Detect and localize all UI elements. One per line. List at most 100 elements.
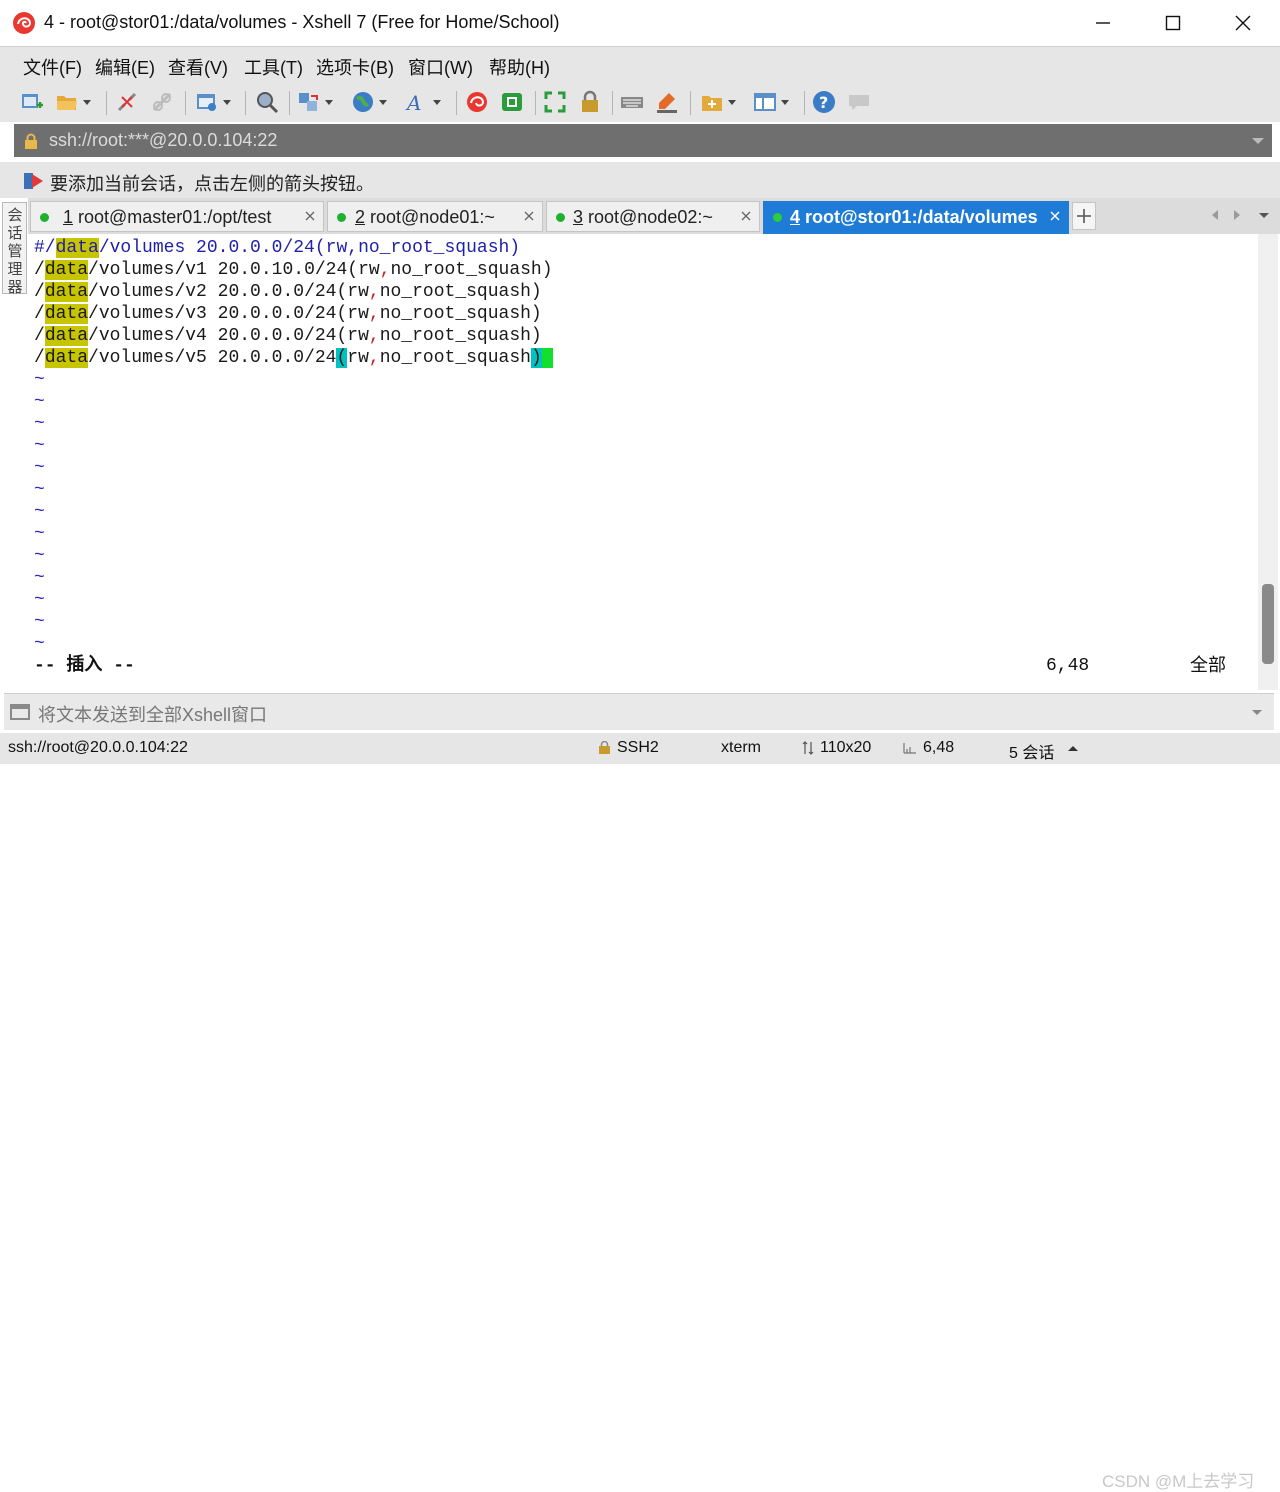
close-icon[interactable] [1050,211,1060,221]
toolbar-separator [106,91,107,115]
tab-list-chevron-icon[interactable] [1258,209,1270,221]
link-icon [152,92,172,112]
chevron-down-icon [781,100,789,105]
menu-file[interactable]: 文件(F) [23,54,82,80]
tab-number: 2 [355,207,366,227]
language-button[interactable] [351,89,387,115]
status-bar: ssh://root@20.0.0.104:22 SSH2 xterm 110x… [0,733,1280,1491]
open-session-button[interactable] [55,89,91,115]
empty-line-marker: ~ [34,612,45,632]
layout-icon [754,93,776,111]
xshell-button[interactable] [465,89,489,115]
compose-icon [10,704,30,720]
highlighter-icon [657,93,677,113]
compose-input[interactable]: 将文本发送到全部Xshell窗口 [38,701,267,727]
chevron-down-icon [223,100,231,105]
disconnect-button[interactable] [115,89,139,115]
scrollbar-thumb[interactable] [1262,584,1274,664]
empty-line-marker: ~ [34,458,45,478]
tab-session-1[interactable]: 1 root@master01:/opt/test [30,201,324,232]
disconnect-icon [117,92,137,112]
chevron-down-icon [433,100,441,105]
window-title: 4 - root@stor01:/data/volumes - Xshell 7… [44,12,560,32]
tab-scroll-left-icon[interactable] [1210,209,1220,221]
tab-session-2[interactable]: 2 root@node01:~ [327,201,543,232]
svg-text:A: A [405,91,421,114]
chevron-up-icon[interactable] [1068,745,1078,752]
menu-help[interactable]: 帮助(H) [489,54,550,80]
terminal-line: /data/volumes/v3 20.0.0.0/24(rw,no_root_… [34,304,542,324]
help-icon: ? [813,91,835,113]
vim-mode-indicator: -- 插入 -- [34,656,135,676]
menu-edit[interactable]: 编辑(E) [95,54,155,80]
properties-icon [197,94,216,111]
new-session-icon [22,94,43,108]
menu-window[interactable]: 窗口(W) [408,54,473,80]
close-icon[interactable] [524,211,534,221]
status-session-count[interactable]: 5 会话 [1009,739,1054,763]
add-tab-button[interactable] [1072,202,1096,230]
address-input[interactable]: ssh://root:***@20.0.0.104:22 [49,130,277,151]
maximize-button[interactable] [1138,0,1208,46]
address-bar[interactable]: ssh://root:***@20.0.0.104:22 [14,124,1272,157]
menu-tools[interactable]: 工具(T) [244,54,303,80]
new-tab-group-button[interactable] [700,89,736,115]
transfer-button[interactable] [297,89,333,115]
font-button[interactable]: A [405,89,441,115]
menu-bar: 文件(F) 编辑(E) 查看(V) 工具(T) 选项卡(B) 窗口(W) 帮助(… [0,46,1280,83]
fullscreen-button[interactable] [543,89,567,115]
close-icon[interactable] [305,211,315,221]
minimize-button[interactable] [1068,0,1138,46]
reconnect-button[interactable] [150,89,174,115]
xshell-icon [467,92,487,112]
menu-view[interactable]: 查看(V) [168,54,228,80]
chevron-down-icon[interactable] [1252,709,1262,716]
new-session-button[interactable] [20,89,44,115]
toolbar-separator [535,91,536,115]
plus-icon [1077,209,1091,223]
add-session-arrow-icon[interactable] [24,171,44,191]
tab-label: root@node02:~ [588,207,713,227]
highlight-button[interactable] [655,89,679,115]
empty-line-marker: ~ [34,480,45,500]
chevron-down-icon[interactable] [1252,137,1264,145]
help-button[interactable]: ? [812,89,836,115]
session-manager-tab[interactable]: 会话管理器 [2,202,27,296]
xftp-button[interactable] [500,89,524,115]
toolbar-separator [612,91,613,115]
folder-open-icon [57,96,77,110]
tab-session-3[interactable]: 3 root@node02:~ [546,201,760,232]
transfer-icon [299,93,318,111]
status-cursor-position: 6,48 [923,739,955,756]
empty-line-marker: ~ [34,524,45,544]
lock-icon [582,90,598,112]
vim-cursor-position: 6,48 [1046,656,1090,676]
lock-button[interactable] [578,89,602,115]
empty-line-marker: ~ [34,392,45,412]
properties-button[interactable] [195,89,231,115]
layout-button[interactable] [753,89,789,115]
empty-line-marker: ~ [34,568,45,588]
empty-line-marker: ~ [34,546,45,566]
lock-icon [599,741,610,754]
toolbar-separator [185,91,186,115]
status-connection: ssh://root@20.0.0.104:22 [8,739,188,756]
terminal-view[interactable]: #/data/volumes 20.0.0.0/24(rw,no_root_sq… [28,234,1258,690]
xshell-logo-icon [13,12,35,34]
toolbar-separator [456,91,457,115]
tab-session-4[interactable]: 4 root@stor01:/data/volumes [763,201,1069,234]
empty-line-marker: ~ [34,590,45,610]
watermark: CSDN @M上去学习 [1102,1472,1255,1491]
close-icon[interactable] [741,211,751,221]
terminal-scrollbar[interactable] [1258,234,1278,690]
menu-tabs[interactable]: 选项卡(B) [316,54,394,80]
find-button[interactable] [255,89,279,115]
chat-button[interactable] [847,89,871,115]
tab-scroll-right-icon[interactable] [1232,209,1242,221]
compose-bar[interactable]: 将文本发送到全部Xshell窗口 [4,693,1274,730]
close-icon [1235,15,1251,31]
close-window-button[interactable] [1208,0,1278,46]
tab-label: root@master01:/opt/test [78,207,272,227]
keyboard-button[interactable] [620,89,644,115]
hint-text: 要添加当前会话，点击左侧的箭头按钮。 [50,174,374,194]
